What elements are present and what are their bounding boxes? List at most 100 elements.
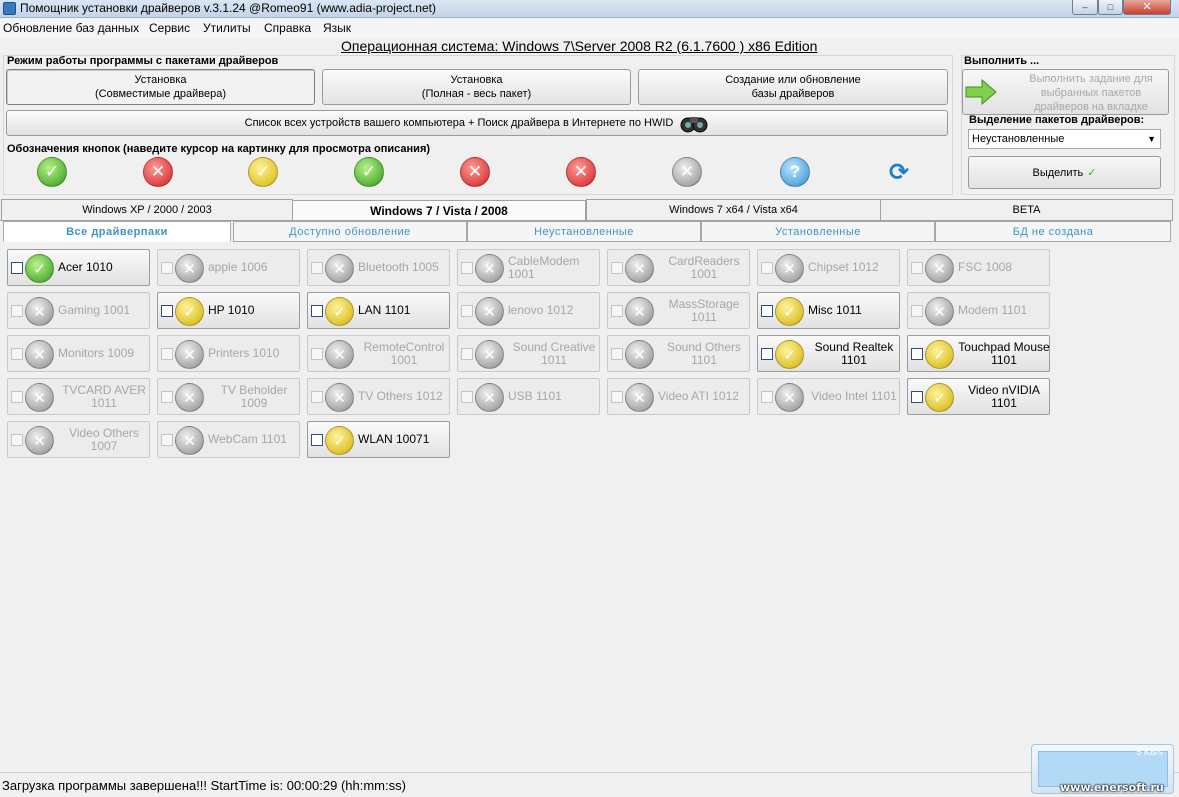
driver-checkbox[interactable] xyxy=(161,348,173,360)
driver-pack-item[interactable]: ✕ TV Beholder 1009 xyxy=(157,378,300,415)
installed-check-icon: ✓ xyxy=(25,254,54,283)
device-list-button[interactable]: Список всех устройств вашего компьютера … xyxy=(6,110,948,136)
driver-pack-item[interactable]: ✕ Gaming 1001 xyxy=(7,292,150,329)
driver-pack-item[interactable]: ✕ Sound Creative 1011 xyxy=(457,335,600,372)
driver-checkbox[interactable] xyxy=(11,434,23,446)
driver-pack-item[interactable]: ✕ Sound Others 1101 xyxy=(607,335,750,372)
driver-checkbox[interactable] xyxy=(911,262,923,274)
selection-dropdown[interactable]: Неустановленные ▼ xyxy=(968,129,1161,149)
title-bar[interactable]: Помощник установки драйверов v.3.1.24 @R… xyxy=(0,0,1179,18)
no-database-cross-icon[interactable]: ✕ xyxy=(672,157,702,187)
execute-task-button[interactable]: Выполнить задание для выбранных пакетов … xyxy=(962,69,1169,115)
question-icon[interactable]: ? xyxy=(780,157,810,187)
driver-pack-item[interactable]: ✓ HP 1010 xyxy=(157,292,300,329)
driver-pack-item[interactable]: ✕ Video Others 1007 xyxy=(7,421,150,458)
driver-pack-item[interactable]: ✕ TV Others 1012 xyxy=(307,378,450,415)
update-available-check-icon[interactable]: ✓ xyxy=(248,157,278,187)
tab-windows-7-x64[interactable]: Windows 7 x64 / Vista x64 xyxy=(586,199,881,220)
driver-checkbox[interactable] xyxy=(11,262,23,274)
driver-pack-item[interactable]: ✕ FSC 1008 xyxy=(907,249,1050,286)
menu-database-update[interactable]: Обновление баз данных xyxy=(3,21,139,35)
driver-pack-item[interactable]: ✕ TVCARD AVER 1011 xyxy=(7,378,150,415)
refresh-arrows-icon[interactable]: ⟳ xyxy=(884,157,914,187)
driver-checkbox[interactable] xyxy=(461,391,473,403)
driver-pack-item[interactable]: ✕ Modem 1101 xyxy=(907,292,1050,329)
driver-checkbox[interactable] xyxy=(311,391,323,403)
driver-checkbox[interactable] xyxy=(611,348,623,360)
menu-help[interactable]: Справка xyxy=(264,21,311,35)
filter-tab-all[interactable]: Все драйверпаки xyxy=(3,221,231,242)
driver-checkbox[interactable] xyxy=(461,262,473,274)
mode-create-database-button[interactable]: Создание или обновление базы драйверов xyxy=(638,69,948,105)
menu-utilities[interactable]: Утилиты xyxy=(203,21,251,35)
driver-pack-item[interactable]: ✕ lenovo 1012 xyxy=(457,292,600,329)
driver-pack-item[interactable]: ✕ WebCam 1101 xyxy=(157,421,300,458)
mode-install-full-button[interactable]: Установка (Полная - весь пакет) xyxy=(322,69,631,105)
driver-checkbox[interactable] xyxy=(311,434,323,446)
driver-checkbox[interactable] xyxy=(311,262,323,274)
driver-checkbox[interactable] xyxy=(11,391,23,403)
selection-value: Неустановленные xyxy=(972,133,1065,145)
filter-tab-update[interactable]: Доступно обновление xyxy=(233,221,467,242)
filter-tab-not-installed[interactable]: Неустановленные xyxy=(467,221,701,242)
not-installed-cross-icon[interactable]: ✕ xyxy=(143,157,173,187)
driver-checkbox[interactable] xyxy=(761,348,773,360)
driver-checkbox[interactable] xyxy=(161,391,173,403)
driver-checkbox[interactable] xyxy=(611,391,623,403)
driver-pack-item[interactable]: ✓ Acer 1010 xyxy=(7,249,150,286)
driver-checkbox[interactable] xyxy=(461,305,473,317)
driver-checkbox[interactable] xyxy=(761,391,773,403)
driver-pack-item[interactable]: ✓ Sound Realtek 1101 xyxy=(757,335,900,372)
close-button[interactable]: ✕ xyxy=(1123,0,1171,15)
driver-checkbox[interactable] xyxy=(911,391,923,403)
driver-checkbox[interactable] xyxy=(911,305,923,317)
driver-checkbox[interactable] xyxy=(761,262,773,274)
driver-checkbox[interactable] xyxy=(311,305,323,317)
driver-checkbox[interactable] xyxy=(611,262,623,274)
filter-tab-no-database[interactable]: БД не создана xyxy=(935,221,1171,242)
refresh-cross-icon[interactable]: ✕ xyxy=(460,157,490,187)
driver-checkbox[interactable] xyxy=(611,305,623,317)
driver-pack-item[interactable]: ✕ RemoteControl 1001 xyxy=(307,335,450,372)
cross-arrow-icon[interactable]: ✕ xyxy=(566,157,596,187)
driver-checkbox[interactable] xyxy=(11,348,23,360)
driver-pack-item[interactable]: ✓ Misc 1011 xyxy=(757,292,900,329)
driver-pack-item[interactable]: ✕ CardReaders 1001 xyxy=(607,249,750,286)
minimize-button[interactable]: – xyxy=(1072,0,1098,15)
driver-checkbox[interactable] xyxy=(11,305,23,317)
driver-pack-item[interactable]: ✕ Video ATI 1012 xyxy=(607,378,750,415)
menu-language[interactable]: Язык xyxy=(323,21,351,35)
driver-checkbox[interactable] xyxy=(761,305,773,317)
installed-check-icon[interactable]: ✓ xyxy=(37,157,67,187)
driver-pack-item[interactable]: ✕ MassStorage 1011 xyxy=(607,292,750,329)
install-check-arrow-icon[interactable]: ✓ xyxy=(354,157,384,187)
driver-pack-item[interactable]: ✓ WLAN 10071 xyxy=(307,421,450,458)
driver-name: Sound Creative 1011 xyxy=(512,339,596,367)
driver-pack-item[interactable]: ✕ CableModem 1001 xyxy=(457,249,600,286)
filter-tab-installed[interactable]: Установленные xyxy=(701,221,935,242)
maximize-button[interactable]: □ xyxy=(1098,0,1123,15)
driver-pack-item[interactable]: ✕ Chipset 1012 xyxy=(757,249,900,286)
tab-beta[interactable]: BETA xyxy=(880,199,1173,220)
driver-checkbox[interactable] xyxy=(311,348,323,360)
driver-pack-item[interactable]: ✕ Monitors 1009 xyxy=(7,335,150,372)
driver-pack-item[interactable]: ✓ Video nVIDIA 1101 xyxy=(907,378,1050,415)
driver-checkbox[interactable] xyxy=(161,434,173,446)
driver-name: HP 1010 xyxy=(208,303,255,317)
select-button[interactable]: Выделить ✓ xyxy=(968,156,1161,189)
driver-pack-item[interactable]: ✕ Video Intel 1101 xyxy=(757,378,900,415)
tab-windows-7[interactable]: Windows 7 / Vista / 2008 xyxy=(292,200,586,220)
mode-install-compatible-button[interactable]: Установка (Совместимые драйвера) xyxy=(6,69,315,105)
driver-checkbox[interactable] xyxy=(461,348,473,360)
driver-pack-item[interactable]: ✕ Printers 1010 xyxy=(157,335,300,372)
driver-pack-item[interactable]: ✕ apple 1006 xyxy=(157,249,300,286)
driver-checkbox[interactable] xyxy=(911,348,923,360)
menu-service[interactable]: Сервис xyxy=(149,21,190,35)
driver-pack-item[interactable]: ✕ USB 1101 xyxy=(457,378,600,415)
driver-checkbox[interactable] xyxy=(161,262,173,274)
driver-pack-item[interactable]: ✓ Touchpad Mouse 1101 xyxy=(907,335,1050,372)
driver-pack-item[interactable]: ✕ Bluetooth 1005 xyxy=(307,249,450,286)
driver-pack-item[interactable]: ✓ LAN 1101 xyxy=(307,292,450,329)
tab-windows-xp[interactable]: Windows XP / 2000 / 2003 xyxy=(1,199,293,220)
driver-checkbox[interactable] xyxy=(161,305,173,317)
